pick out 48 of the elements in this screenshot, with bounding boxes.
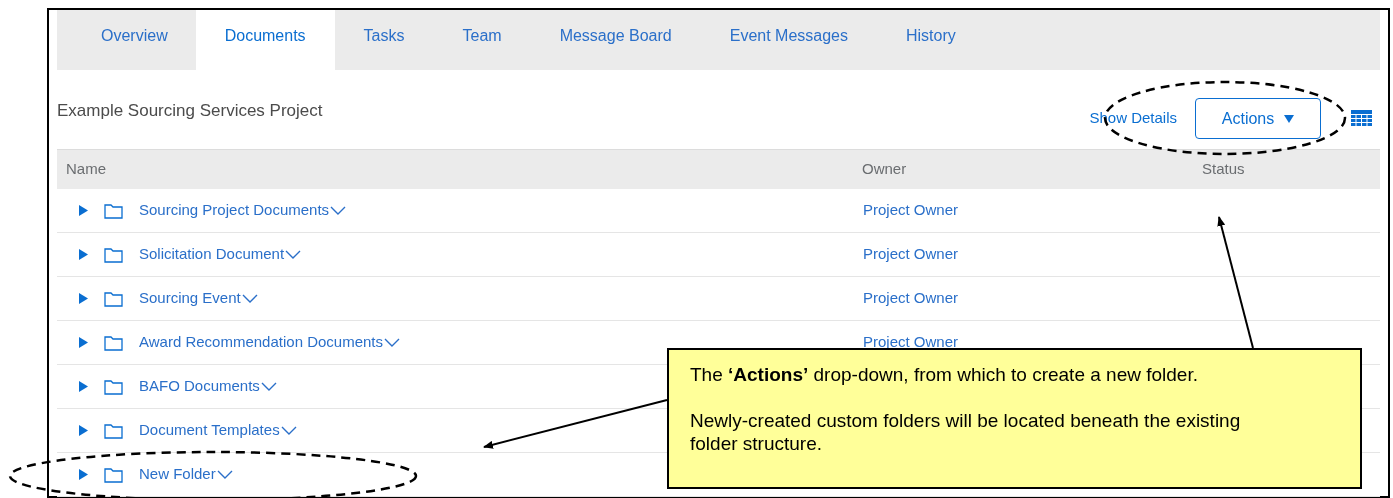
caret-icon: [1284, 114, 1295, 123]
chevron-down-icon[interactable]: [280, 426, 297, 435]
actions-button[interactable]: Actions: [1195, 98, 1321, 139]
folder-link[interactable]: New Folder: [139, 463, 216, 486]
folder-link[interactable]: BAFO Documents: [139, 375, 260, 398]
tab[interactable]: Tasks: [334, 10, 434, 70]
chevron-down-icon[interactable]: [260, 382, 277, 391]
table-settings-icon[interactable]: [1351, 110, 1372, 127]
expand-arrow-icon[interactable]: [79, 249, 88, 260]
folder-icon: [104, 290, 123, 307]
project-title: Example Sourcing Services Project: [57, 100, 323, 122]
folder-icon: [104, 422, 123, 439]
owner-link[interactable]: Project Owner: [863, 243, 959, 266]
callout-text: The ‘Actions’ drop-down, from which to create a new folder.: [690, 363, 1199, 386]
folder-icon: [104, 246, 123, 263]
tab[interactable]: Documents: [195, 10, 335, 70]
expand-arrow-icon[interactable]: [79, 337, 88, 348]
tab[interactable]: Overview: [57, 10, 196, 70]
tab[interactable]: Team: [433, 10, 531, 70]
chevron-down-icon[interactable]: [384, 338, 400, 347]
folder-icon: [104, 466, 123, 483]
column-header: Owner: [862, 159, 908, 180]
expand-arrow-icon[interactable]: [79, 381, 88, 392]
folder-icon: [104, 378, 123, 395]
expand-arrow-icon[interactable]: [79, 425, 88, 436]
chevron-down-icon[interactable]: [285, 250, 302, 259]
folder-link[interactable]: Solicitation Document: [139, 243, 285, 266]
expand-arrow-icon[interactable]: [79, 205, 88, 216]
folder-link[interactable]: Award Recommendation Documents: [139, 331, 383, 354]
chevron-down-icon[interactable]: [241, 294, 258, 303]
show-details-link[interactable]: Show Details: [1089, 107, 1177, 130]
chevron-down-icon[interactable]: [330, 206, 347, 215]
tab[interactable]: Message Board: [530, 10, 701, 70]
callout-text: Newly-created custom folders will be located beneath the existing folder structure.: [690, 409, 1242, 455]
expand-arrow-icon[interactable]: [79, 293, 88, 304]
column-header: Status: [1202, 159, 1245, 180]
folder-icon: [104, 202, 123, 219]
folder-link[interactable]: Document Templates: [139, 419, 280, 442]
owner-link[interactable]: Project Owner: [863, 287, 959, 310]
column-header: Name: [66, 159, 107, 180]
tab[interactable]: History: [877, 10, 985, 70]
expand-arrow-icon[interactable]: [79, 469, 88, 480]
folder-link[interactable]: Sourcing Event: [139, 287, 241, 310]
chevron-down-icon[interactable]: [216, 470, 233, 479]
folder-icon: [104, 334, 123, 351]
tab[interactable]: Event Messages: [700, 10, 877, 70]
folder-link[interactable]: Sourcing Project Documents: [139, 199, 330, 222]
owner-link[interactable]: Project Owner: [863, 199, 959, 222]
